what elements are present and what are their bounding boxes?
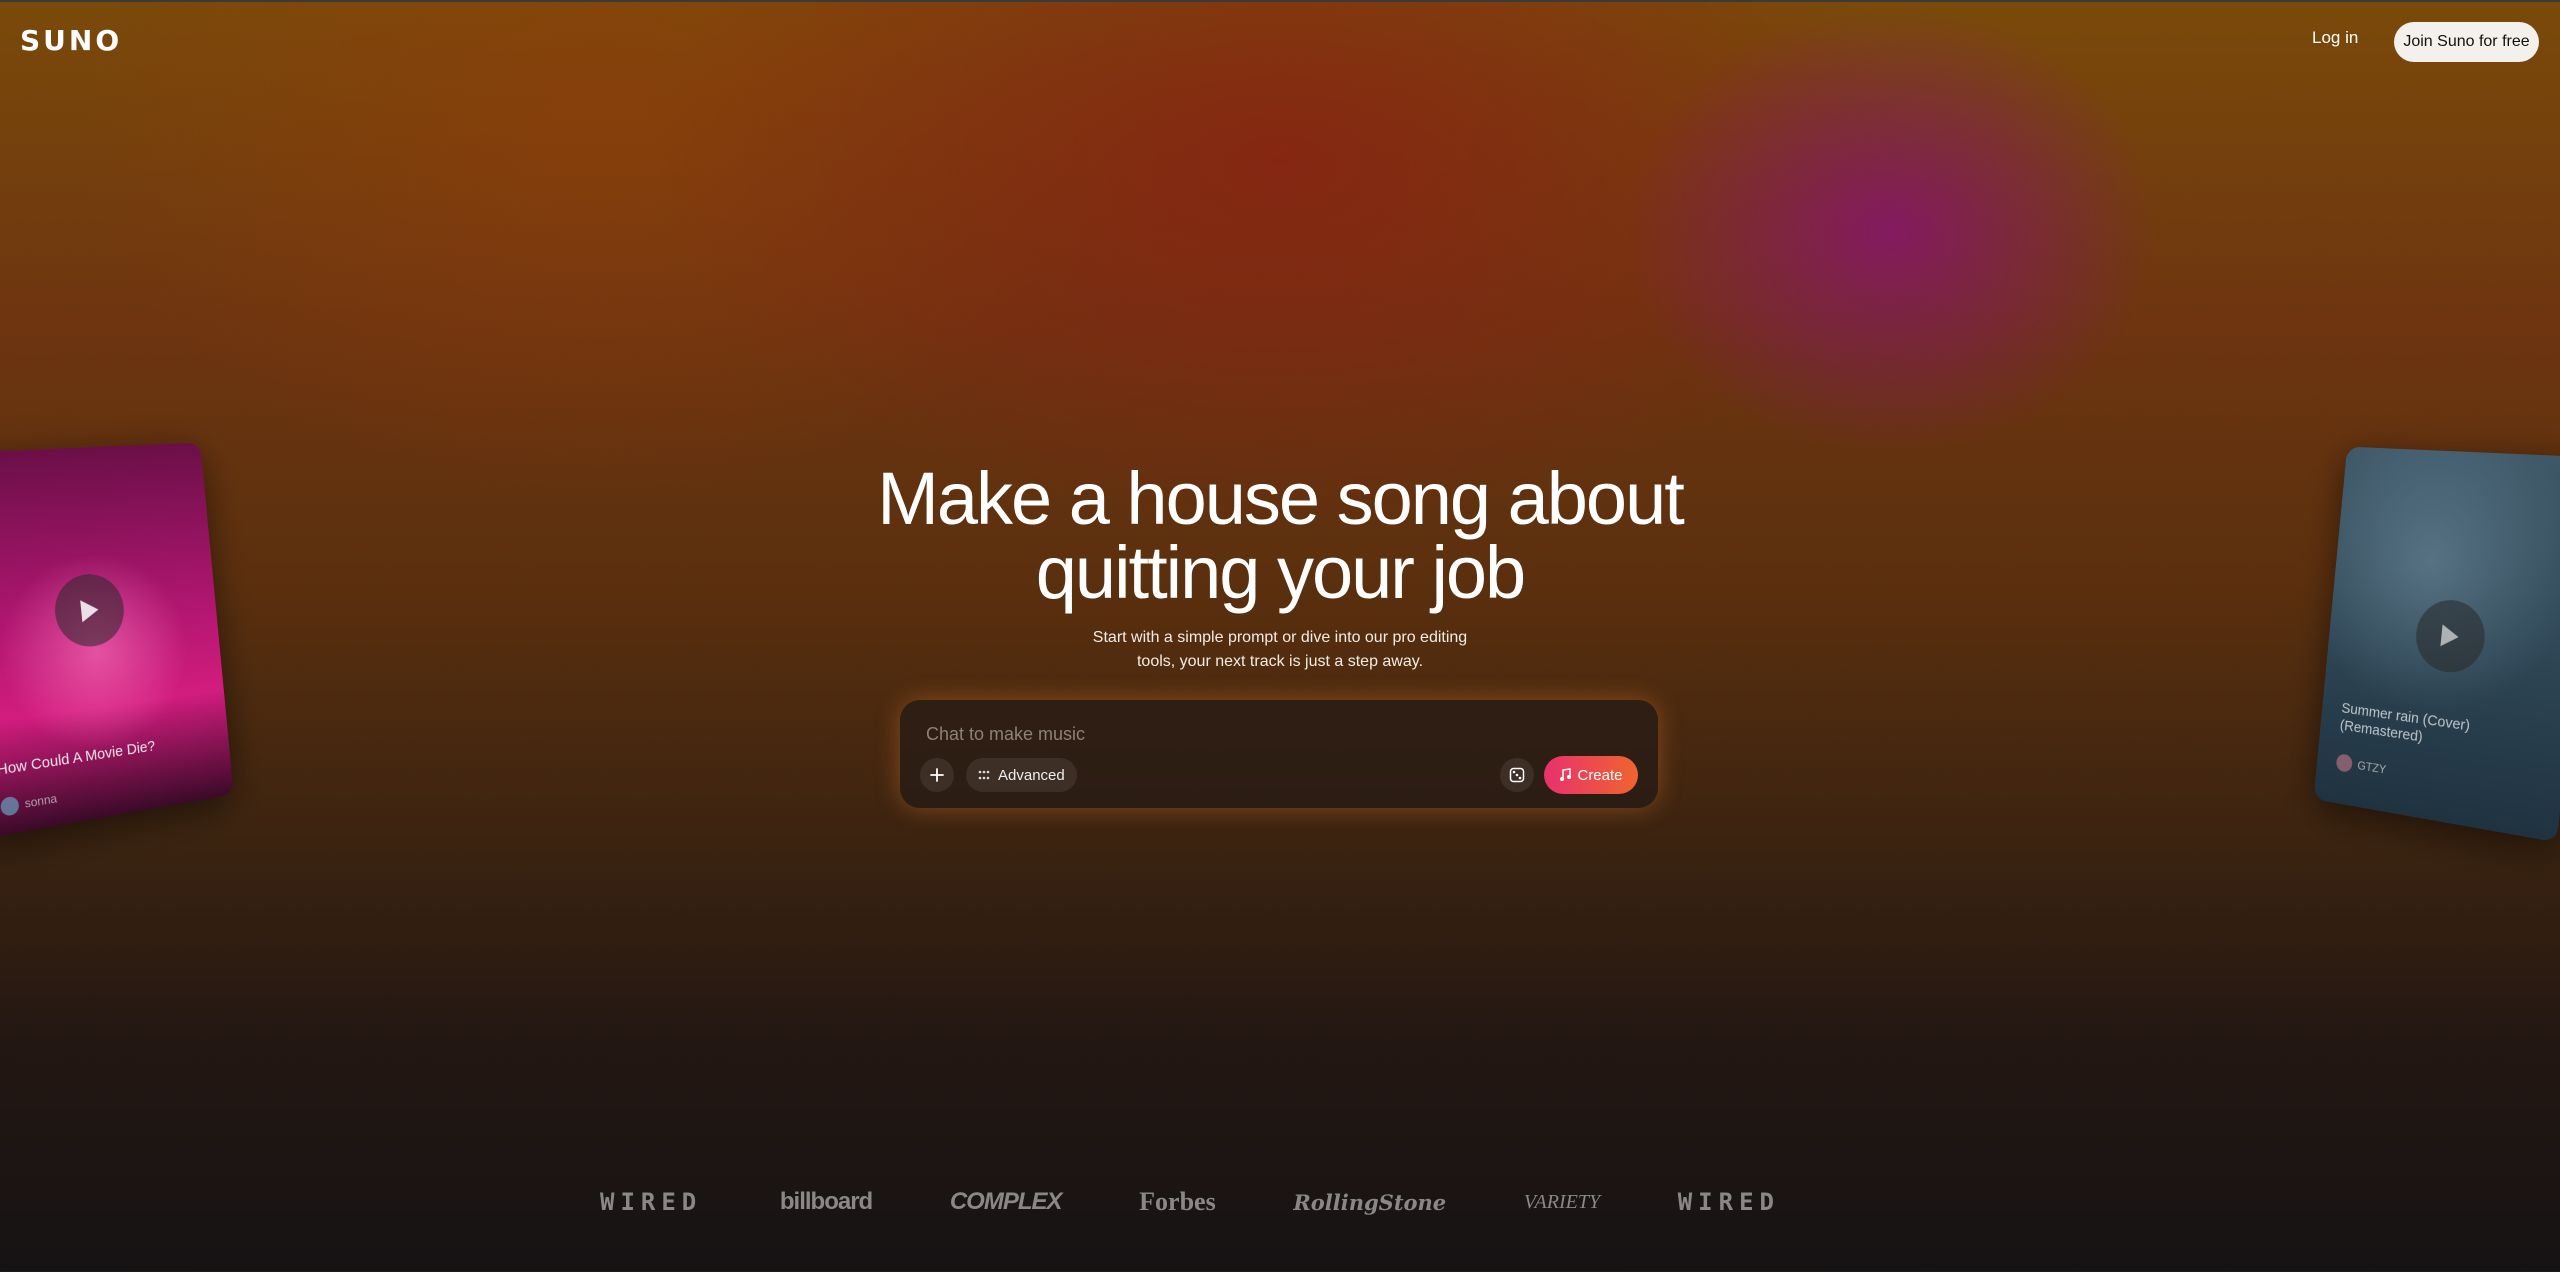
create-label: Create [1577,766,1623,784]
press-logo-forbes: Forbes [1139,1187,1216,1216]
hero-subtitle: Start with a simple prompt or dive into … [980,626,1580,674]
add-button[interactable] [920,758,954,792]
advanced-label: Advanced [998,766,1065,784]
hero-title-line: Make a house song about [877,457,1685,540]
press-logo-wired: WIRED [1677,1188,1780,1216]
card-artist-name: sonna [24,791,58,811]
card-artist[interactable]: sonna [0,789,58,817]
press-logo-complex: COMPLEX [949,1188,1063,1215]
dice-icon [1509,767,1525,783]
avatar [2335,753,2354,773]
create-button[interactable]: Create [1544,756,1638,794]
press-logo-billboard: billboard [779,1188,873,1215]
chat-input[interactable] [924,720,1528,748]
login-link[interactable]: Log in [2312,28,2358,48]
hero-title-line: quitting your job [1035,531,1526,614]
advanced-button[interactable]: Advanced [966,758,1077,792]
random-prompt-button[interactable] [1500,758,1534,792]
press-logo-variety: VARIETY [1523,1190,1601,1213]
top-border [0,0,2560,2]
card-song-title: How Could A Movie Die? [0,737,156,780]
featured-song-card-left[interactable]: How Could A Movie Die? sonna [0,442,234,840]
play-icon[interactable] [51,571,128,651]
hero-subtitle-line: Start with a simple prompt or dive into … [1092,629,1468,646]
music-note-icon [1560,768,1572,781]
hero-subtitle-line: tools, your next track is just a step aw… [1136,653,1424,670]
press-logos: WIRED billboard COMPLEX Forbes RollingSt… [600,1184,1780,1220]
hero-title: Make a house song about quitting your jo… [780,462,1780,610]
plus-icon [930,768,944,782]
join-button[interactable]: Join Suno for free [2394,22,2539,62]
card-artist[interactable]: GTZY [2335,753,2387,778]
suno-logo[interactable]: SUNO [20,24,122,57]
featured-song-card-right[interactable]: Summer rain (Cover) (Remastered) GTZY [2313,446,2560,843]
card-artist-name: GTZY [2356,758,2387,777]
press-logo-wired: WIRED [600,1188,703,1216]
sliders-icon [978,770,990,780]
card-song-title: Summer rain (Cover) (Remastered) [2339,699,2471,746]
avatar [0,795,20,817]
prompt-box: Advanced Create [900,700,1658,808]
press-logo-rollingstone: RollingStone [1293,1189,1447,1215]
play-icon[interactable] [2412,597,2489,677]
